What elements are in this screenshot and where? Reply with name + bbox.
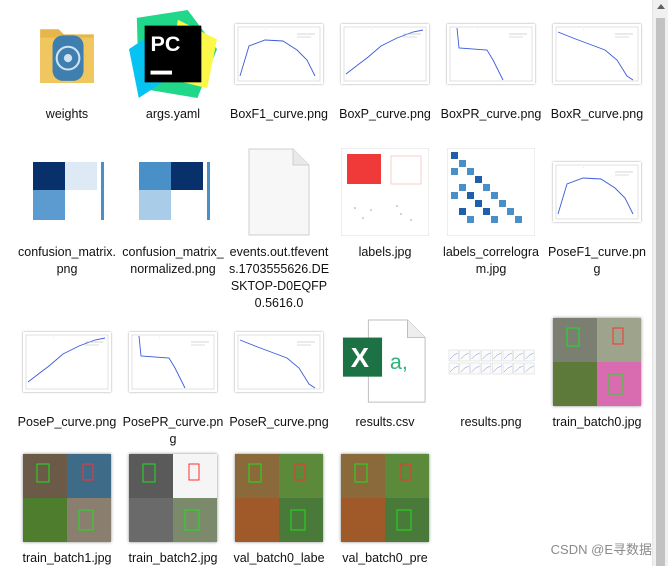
- file-item[interactable]: events.out.tfevents.1703555626.DESKTOP-D…: [226, 142, 332, 312]
- file-item[interactable]: Xa, results.csv: [332, 312, 438, 431]
- scroll-up-arrow-icon[interactable]: [657, 4, 665, 9]
- file-name-label: BoxP_curve.png: [339, 107, 431, 121]
- file-item[interactable]: labels.jpg: [332, 142, 438, 261]
- file-name-label: BoxF1_curve.png: [230, 107, 328, 121]
- file-name-label: val_batch0_labe: [233, 551, 325, 565]
- chart-thumbnail-icon: -: [547, 4, 647, 104]
- file-name-label: PoseP_curve.png: [17, 415, 117, 429]
- file-name-label: results.png: [460, 415, 522, 429]
- file-name-label: val_batch0_pre: [342, 551, 428, 565]
- file-item[interactable]: labels_correlogram.jpg: [438, 142, 544, 278]
- photo-thumbnail-icon: [335, 448, 435, 548]
- file-item[interactable]: - PoseP_curve.png: [14, 312, 120, 431]
- file-item[interactable]: train_batch0.jpg: [544, 312, 650, 431]
- svg-text:-: -: [159, 335, 160, 339]
- file-item[interactable]: - PoseF1_curve.png: [544, 142, 650, 278]
- chart-thumbnail-icon: -: [441, 4, 541, 104]
- scrollbar-thumb[interactable]: [656, 18, 665, 566]
- chart-thumbnail-icon: -: [123, 312, 223, 412]
- file-name-label: results.csv: [355, 415, 415, 429]
- photo-thumbnail-icon: [547, 312, 647, 412]
- svg-text:-: -: [477, 27, 478, 31]
- confusion-matrix-thumbnail-icon: [17, 142, 117, 242]
- watermark-text: CSDN @E寻数据: [550, 542, 652, 557]
- file-grid: weights PC args.yaml - BoxF1_curve.png - BoxP_…: [0, 0, 652, 566]
- chart-thumbnail-icon: -: [229, 312, 329, 412]
- file-item[interactable]: PC args.yaml: [120, 4, 226, 123]
- file-item[interactable]: - BoxPR_curve.png: [438, 4, 544, 123]
- file-item[interactable]: weights: [14, 4, 120, 123]
- excel-icon: Xa,: [335, 312, 435, 412]
- chart-thumbnail-icon: -: [229, 4, 329, 104]
- labels-thumbnail-icon: [335, 142, 435, 242]
- blank-file-icon: [229, 142, 329, 242]
- file-item[interactable]: - PosePR_curve.png: [120, 312, 226, 448]
- chart-thumbnail-icon: -: [335, 4, 435, 104]
- svg-text:-: -: [265, 335, 266, 339]
- file-item[interactable]: train_batch2.jpg: [120, 448, 226, 566]
- chart-thumbnail-icon: -: [547, 142, 647, 242]
- svg-text:-: -: [371, 27, 372, 31]
- file-item[interactable]: confusion_matrix.png: [14, 142, 120, 278]
- svg-text:PC: PC: [151, 32, 181, 56]
- folder-icon: [17, 4, 117, 104]
- photo-thumbnail-icon: [123, 448, 223, 548]
- file-name-label: args.yaml: [145, 107, 201, 121]
- chart-thumbnail-icon: -: [17, 312, 117, 412]
- results-thumbnail-icon: [441, 312, 541, 412]
- file-name-label: train_batch2.jpg: [128, 551, 218, 565]
- file-item[interactable]: results.png: [438, 312, 544, 431]
- svg-text:-: -: [53, 335, 54, 339]
- file-item[interactable]: - PoseR_curve.png: [226, 312, 332, 431]
- pycharm-icon: PC: [123, 4, 223, 104]
- confusion-matrix-thumbnail-icon: [123, 142, 223, 242]
- svg-text:X: X: [351, 342, 370, 373]
- file-name-label: train_batch0.jpg: [552, 415, 642, 429]
- vertical-scrollbar[interactable]: [652, 0, 668, 566]
- file-name-label: labels_correlogram.jpg: [443, 245, 539, 276]
- photo-thumbnail-icon: [17, 448, 117, 548]
- file-name-label: PoseR_curve.png: [229, 415, 329, 429]
- svg-text:-: -: [265, 27, 266, 31]
- file-item[interactable]: confusion_matrix_normalized.png: [120, 142, 226, 278]
- svg-text:-: -: [583, 165, 584, 169]
- svg-text:a,: a,: [390, 350, 408, 374]
- file-name-label: confusion_matrix_normalized.png: [122, 245, 224, 276]
- correlogram-thumbnail-icon: [441, 142, 541, 242]
- file-item[interactable]: train_batch1.jpg: [14, 448, 120, 566]
- file-name-label: BoxPR_curve.png: [440, 107, 542, 121]
- file-name-label: train_batch1.jpg: [22, 551, 112, 565]
- file-item[interactable]: val_batch0_pre: [332, 448, 438, 566]
- svg-text:-: -: [583, 27, 584, 31]
- file-name-label: events.out.tfevents.1703555626.DESKTOP-D…: [228, 245, 330, 310]
- file-name-label: PoseF1_curve.png: [548, 245, 646, 276]
- file-item[interactable]: - BoxP_curve.png: [332, 4, 438, 123]
- file-name-label: BoxR_curve.png: [550, 107, 644, 121]
- file-name-label: weights: [45, 107, 89, 121]
- file-name-label: confusion_matrix.png: [18, 245, 116, 276]
- file-item[interactable]: - BoxF1_curve.png: [226, 4, 332, 123]
- file-name-label: labels.jpg: [358, 245, 412, 259]
- file-name-label: PosePR_curve.png: [122, 415, 224, 446]
- photo-thumbnail-icon: [229, 448, 329, 548]
- file-item[interactable]: - BoxR_curve.png: [544, 4, 650, 123]
- file-item[interactable]: val_batch0_labe: [226, 448, 332, 566]
